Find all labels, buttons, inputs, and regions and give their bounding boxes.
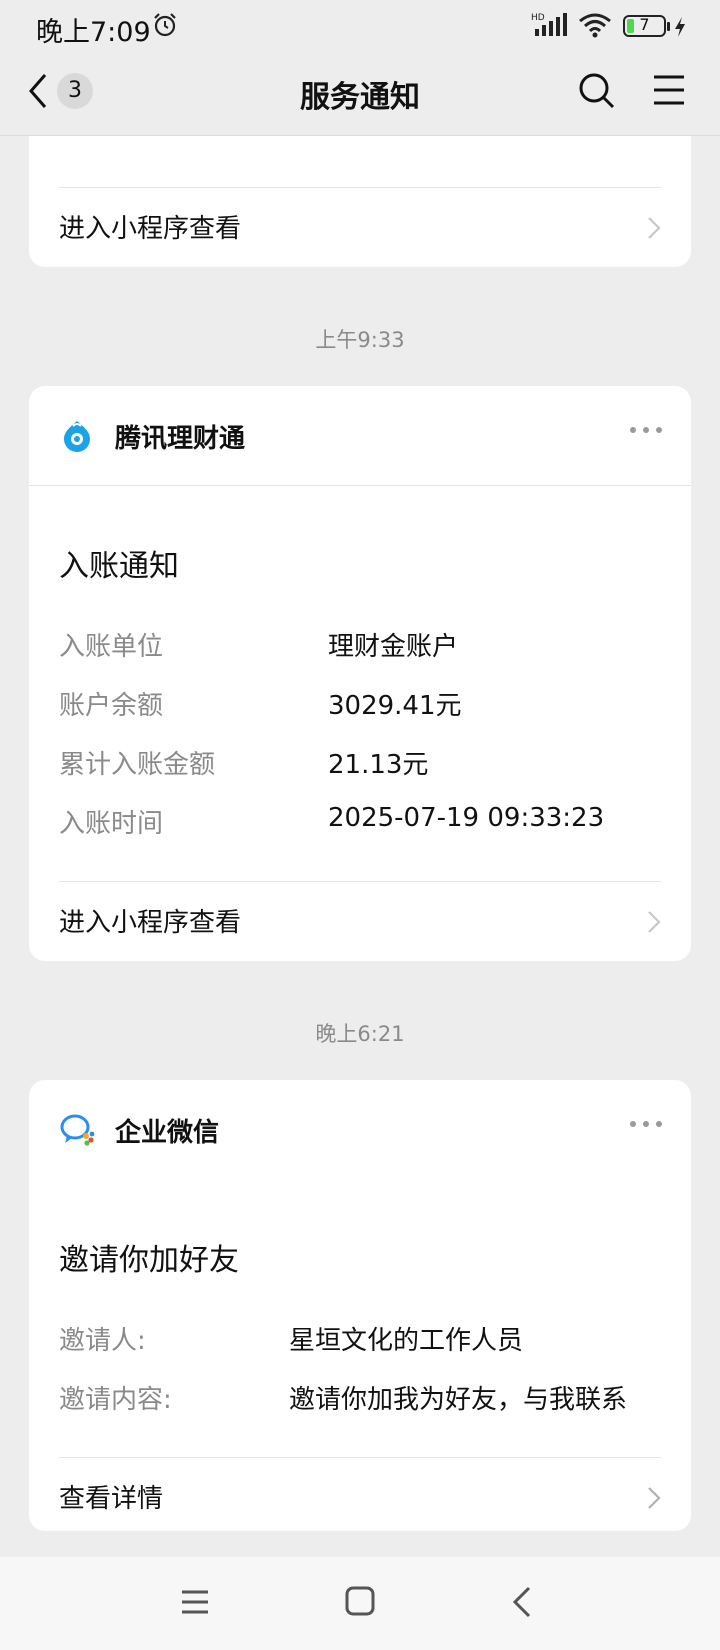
app-name: 企业微信 (115, 1118, 220, 1148)
notification-card-finance[interactable]: 腾讯理财通 入账通知 入账单位 理财金账户 账户余额 3029.41元 累计入账… (29, 386, 691, 961)
open-miniprogram-link[interactable]: 进入小程序查看 (59, 902, 241, 939)
cellular-signal-icon: HD (531, 13, 567, 36)
notification-title: 入账通知 (59, 549, 179, 584)
field-value: 理财金账户 (328, 632, 459, 662)
field-value: 星垣文化的工作人员 (289, 1326, 524, 1356)
field-label: 入账时间 (59, 809, 164, 839)
notification-title: 邀请你加好友 (59, 1243, 239, 1278)
home-icon[interactable] (344, 1585, 376, 1617)
licaitong-logo-icon (64, 421, 90, 452)
field-value: 2025-07-19 09:33:23 (328, 803, 605, 833)
battery-percent: 7 (639, 15, 650, 34)
battery-cap (667, 22, 670, 31)
field-value: 邀请你加我为好友，与我联系 (289, 1385, 628, 1415)
chevron-right-icon (648, 217, 661, 239)
wework-logo-icon (60, 1114, 95, 1146)
open-miniprogram-link[interactable]: 进入小程序查看 (59, 208, 241, 245)
notification-card-wework[interactable]: 企业微信 邀请你加好友 邀请人: 星垣文化的工作人员 邀请内容: 邀请你加我为好… (29, 1080, 691, 1531)
view-details-link[interactable]: 查看详情 (59, 1478, 163, 1515)
hd-label: HD (531, 13, 545, 23)
field-label: 账户余额 (59, 691, 164, 721)
field-row: 累计入账金额 21.13元 (59, 744, 661, 784)
timestamp-divider: 上午9:33 (315, 328, 405, 352)
app-name: 腾讯理财通 (115, 424, 246, 454)
card-header: 腾讯理财通 (29, 386, 691, 486)
more-options-icon[interactable] (629, 1120, 663, 1128)
charging-bolt-icon (675, 17, 685, 37)
field-label: 邀请内容: (59, 1385, 172, 1415)
menu-icon[interactable] (652, 74, 686, 106)
field-label: 邀请人: (59, 1326, 146, 1356)
alarm-clock-icon (154, 13, 176, 37)
card-header: 企业微信 (29, 1080, 691, 1180)
more-options-icon[interactable] (629, 426, 663, 434)
battery-icon: 7 (623, 15, 666, 37)
field-value: 3029.41元 (328, 691, 462, 721)
field-row: 邀请人: 星垣文化的工作人员 (59, 1320, 661, 1360)
chevron-right-icon (648, 1487, 661, 1509)
field-row: 邀请内容: 邀请你加我为好友，与我联系 (59, 1379, 661, 1419)
field-value: 21.13元 (328, 750, 429, 780)
field-label: 入账单位 (59, 632, 164, 662)
card-footer[interactable]: 进入小程序查看 (59, 881, 661, 961)
wifi-icon (579, 13, 611, 38)
field-row: 入账单位 理财金账户 (59, 626, 661, 666)
navigation-bar: 3 服务通知 (0, 52, 720, 136)
system-back-icon[interactable] (510, 1585, 534, 1619)
card-footer[interactable]: 进入小程序查看 (59, 187, 661, 267)
chevron-right-icon (648, 911, 661, 933)
field-label: 累计入账金额 (59, 750, 216, 780)
field-row: 账户余额 3029.41元 (59, 685, 661, 725)
status-time: 晚上7:09 (36, 17, 151, 48)
card-footer[interactable]: 查看详情 (59, 1457, 661, 1531)
status-bar: 晚上7:09 HD 7 (0, 0, 720, 52)
search-icon[interactable] (578, 72, 616, 110)
system-navigation-bar (0, 1557, 720, 1650)
timestamp-divider: 晚上6:21 (315, 1022, 405, 1046)
field-row: 入账时间 2025-07-19 09:33:23 (59, 803, 661, 843)
recent-apps-icon[interactable] (180, 1587, 210, 1617)
